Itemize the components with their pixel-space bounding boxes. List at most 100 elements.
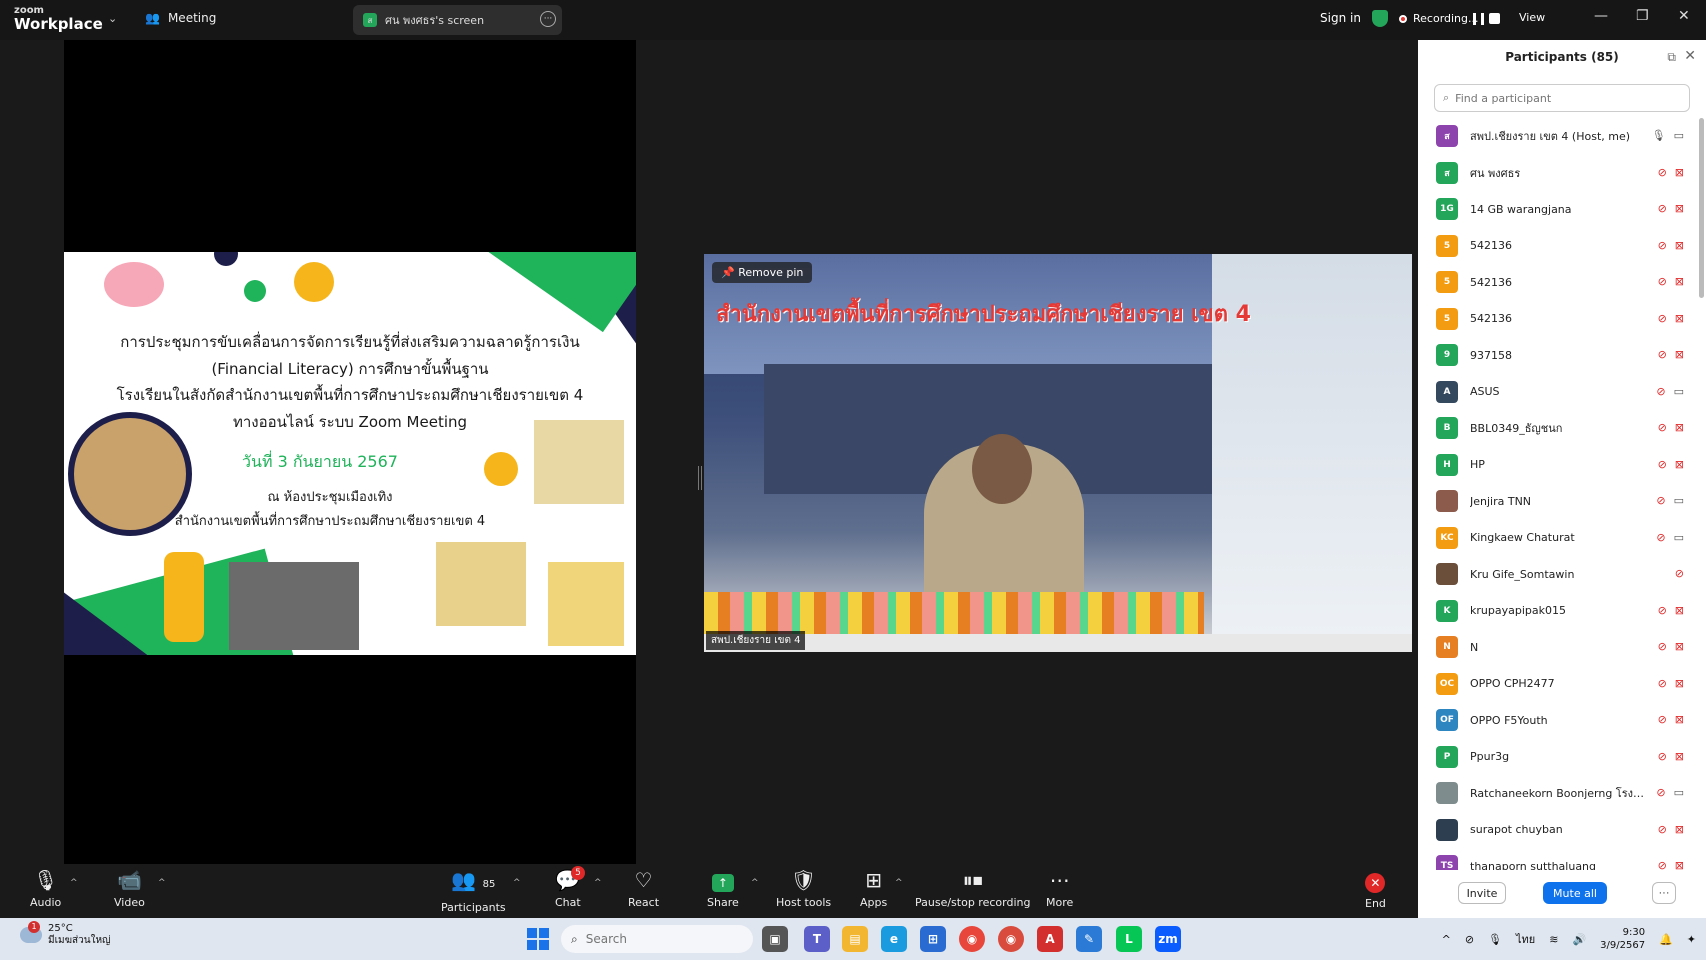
close-panel-icon[interactable]: ✕: [1684, 48, 1696, 64]
camera-off-icon[interactable]: ⊠: [1675, 458, 1684, 471]
participant-row[interactable]: 5 542136 ⊘ ⊠: [1418, 228, 1698, 265]
more-button[interactable]: ⋯ More: [1046, 868, 1073, 909]
stop-recording-icon[interactable]: [1489, 13, 1500, 24]
camera-off-icon[interactable]: ⊠: [1675, 713, 1684, 726]
popout-icon[interactable]: ⧉: [1667, 50, 1676, 65]
mic-muted-icon[interactable]: ⊘: [1675, 567, 1684, 580]
taskbar-search[interactable]: ⌕: [561, 925, 753, 953]
mic-muted-icon[interactable]: ⊘: [1658, 421, 1667, 434]
audio-button[interactable]: 🎙 Audio: [30, 868, 61, 909]
camera-off-icon[interactable]: ⊠: [1675, 421, 1684, 434]
mic-muted-icon[interactable]: ⊘: [1658, 202, 1667, 215]
audio-options-caret-icon[interactable]: ^: [70, 878, 78, 888]
close-window-icon[interactable]: ✕: [1678, 8, 1690, 24]
screen-share-tab[interactable]: ส ศน พงศธร's screen ···: [353, 5, 562, 35]
camera-off-icon[interactable]: ⊠: [1675, 640, 1684, 653]
participant-search-input[interactable]: [1455, 91, 1676, 105]
participant-row[interactable]: Kkrupayapipak015 ⊘ ⊠: [1418, 593, 1698, 630]
share-button[interactable]: ↑ Share: [707, 868, 739, 909]
chevron-down-icon[interactable]: ⌄: [108, 12, 117, 25]
participant-row[interactable]: A ASUS ⊘ ▭: [1418, 374, 1698, 411]
end-meeting-button[interactable]: ✕ End: [1365, 868, 1386, 910]
mic-muted-icon[interactable]: ⊘: [1658, 166, 1667, 179]
chrome-profile-icon[interactable]: ◉: [998, 926, 1024, 952]
task-view-icon[interactable]: ▣: [762, 926, 788, 952]
mic-muted-icon[interactable]: ⊘: [1658, 275, 1667, 288]
participants-caret-icon[interactable]: ^: [513, 878, 521, 888]
network-off-icon[interactable]: ⊘: [1465, 933, 1474, 946]
camera-off-icon[interactable]: ⊠: [1675, 348, 1684, 361]
microphone-tray-icon[interactable]: 🎙: [1488, 933, 1502, 946]
mic-muted-icon[interactable]: ⊘: [1658, 677, 1667, 690]
camera-off-icon[interactable]: ⊠: [1675, 750, 1684, 763]
camera-off-icon[interactable]: ⊠: [1675, 604, 1684, 617]
participant-row[interactable]: P Ppur3g ⊘ ⊠: [1418, 739, 1698, 776]
pause-recording-icon[interactable]: [1473, 13, 1484, 25]
line-icon[interactable]: L: [1116, 926, 1142, 952]
participant-row[interactable]: สศน พงศธร ⊘ ⊠: [1418, 155, 1698, 192]
camera-off-icon[interactable]: ⊠: [1675, 823, 1684, 836]
camera-off-icon[interactable]: ⊠: [1675, 275, 1684, 288]
security-shield-icon[interactable]: [1372, 10, 1388, 27]
mic-muted-icon[interactable]: ⊘: [1658, 640, 1667, 653]
more-options-icon[interactable]: ···: [540, 11, 556, 27]
copilot-icon[interactable]: ✦: [1687, 933, 1696, 946]
minimize-icon[interactable]: —: [1594, 8, 1608, 24]
camera-off-icon[interactable]: ⊠: [1675, 312, 1684, 325]
zoom-taskbar-icon[interactable]: zm: [1155, 926, 1181, 952]
participant-row[interactable]: 5 542136 ⊘ ⊠: [1418, 264, 1698, 301]
camera-on-icon[interactable]: ▭: [1674, 494, 1684, 507]
chat-button[interactable]: 💬 5 Chat: [555, 866, 585, 909]
input-language[interactable]: ไทย: [1516, 930, 1535, 948]
mic-muted-icon[interactable]: ⊘: [1658, 604, 1667, 617]
host-tools-button[interactable]: 🛡 Host tools: [776, 868, 831, 909]
teams-icon[interactable]: T: [804, 926, 830, 952]
video-button[interactable]: 📹 Video: [114, 868, 145, 909]
participant-row[interactable]: N N ⊘ ⊠: [1418, 629, 1698, 666]
mic-muted-icon[interactable]: ⊘: [1658, 312, 1667, 325]
store-icon[interactable]: ⊞: [920, 926, 946, 952]
invite-button[interactable]: Invite: [1458, 882, 1506, 904]
mic-muted-icon[interactable]: ⊘: [1656, 385, 1665, 398]
show-hidden-icons-icon[interactable]: ^: [1442, 933, 1451, 946]
mute-all-button[interactable]: Mute all: [1543, 882, 1607, 904]
participants-button[interactable]: 👥 85 Participants: [441, 868, 506, 914]
participant-row[interactable]: surapot chuyban ⊘ ⊠: [1418, 812, 1698, 849]
participant-row[interactable]: Ratchaneekorn Boonjerng โรงเรีย... ⊘ ▭: [1418, 775, 1698, 812]
participant-row[interactable]: TS thanaporn sutthaluang ⊘ ⊠: [1418, 848, 1698, 870]
participant-row[interactable]: 1G 14 GB warangjana ⊘ ⊠: [1418, 191, 1698, 228]
video-options-caret-icon[interactable]: ^: [158, 878, 166, 888]
chat-caret-icon[interactable]: ^: [594, 878, 602, 888]
participant-row[interactable]: OF OPPO F5Youth ⊘ ⊠: [1418, 702, 1698, 739]
mic-muted-icon[interactable]: ⊘: [1658, 239, 1667, 252]
participant-row[interactable]: H HP ⊘ ⊠: [1418, 447, 1698, 484]
mic-muted-icon[interactable]: ⊘: [1658, 348, 1667, 361]
mic-muted-icon[interactable]: ⊘: [1658, 713, 1667, 726]
meeting-tab[interactable]: 👥 Meeting: [145, 11, 216, 25]
windows-start-icon[interactable]: [527, 928, 549, 950]
participant-row[interactable]: สสพป.เชียงราย เขต 4 (Host, me) 🎙 ▭: [1418, 118, 1698, 155]
zoom-logo[interactable]: zoom Workplace: [14, 6, 103, 32]
apps-caret-icon[interactable]: ^: [895, 878, 903, 888]
remove-pin-button[interactable]: 📌 Remove pin: [712, 262, 813, 283]
photos-icon[interactable]: ✎: [1076, 926, 1102, 952]
volume-icon[interactable]: 🔊: [1572, 933, 1586, 946]
mic-muted-icon[interactable]: ⊘: [1656, 531, 1665, 544]
camera-off-icon[interactable]: ⊠: [1675, 202, 1684, 215]
camera-off-icon[interactable]: ⊠: [1675, 859, 1684, 870]
panel-more-button[interactable]: ···: [1652, 882, 1676, 904]
participant-row[interactable]: 9 937158 ⊘ ⊠: [1418, 337, 1698, 374]
camera-off-icon[interactable]: ⊠: [1675, 677, 1684, 690]
split-view-handle[interactable]: [698, 466, 702, 490]
taskbar-search-input[interactable]: [585, 932, 706, 946]
mic-muted-icon[interactable]: ⊘: [1658, 750, 1667, 763]
sign-in-link[interactable]: Sign in: [1320, 11, 1361, 25]
view-menu[interactable]: View: [1519, 11, 1545, 24]
react-button[interactable]: ♡ React: [628, 868, 659, 909]
chrome-icon[interactable]: ◉: [959, 926, 985, 952]
notification-bell-icon[interactable]: 🔔: [1659, 933, 1673, 946]
participant-row[interactable]: Jenjira TNN ⊘ ▭: [1418, 483, 1698, 520]
edge-icon[interactable]: e: [881, 926, 907, 952]
mic-muted-icon[interactable]: ⊘: [1658, 823, 1667, 836]
mic-muted-icon[interactable]: ⊘: [1656, 786, 1665, 799]
